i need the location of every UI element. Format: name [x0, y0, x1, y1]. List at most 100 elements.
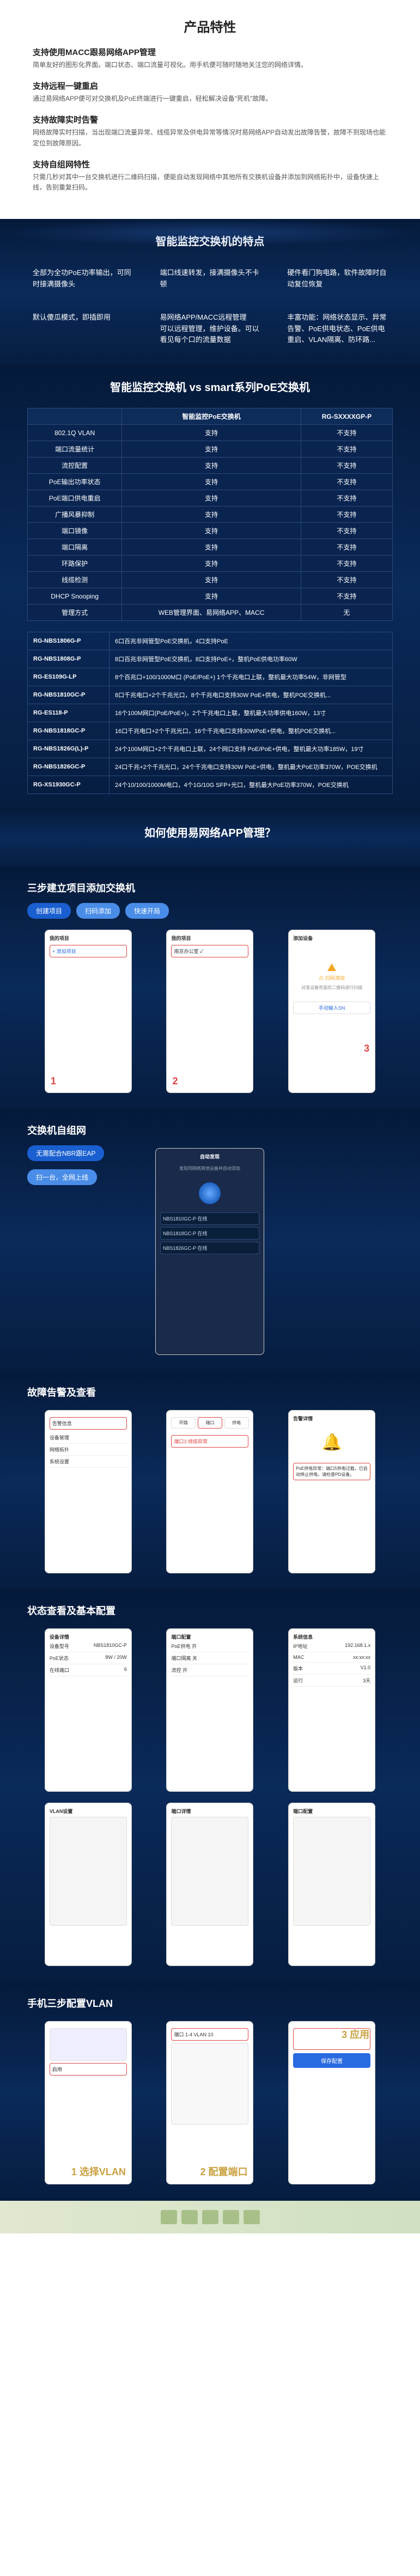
project-item[interactable]: 南京办公室 ✓	[171, 945, 248, 957]
table-row: 广播风暴抑制支持不支持	[28, 506, 393, 523]
step-num: 3	[364, 1043, 369, 1054]
feature-title: 支持远程一键重启	[33, 80, 387, 91]
step1-section: 三步建立项目添加交换机 创建项目 扫码添加 快速开局 我的项目 + 添加项目 1…	[0, 867, 420, 1109]
phone-row: 启用 1 选择VLAN 端口 1-4 VLAN 10 2 配置端口 保存配置 3…	[27, 2018, 393, 2187]
placeholder	[171, 1817, 248, 1926]
feature-item: 支持自组网特性 只需几秒对其中一台交换机进行二维码扫描，便能自动发现网络中其他所…	[33, 158, 387, 193]
td: 支持	[122, 457, 301, 474]
td: 24个100M网口+2个千兆电口上联，24个网口支持 PoE/PoE+供电，整机…	[109, 740, 393, 758]
port-grid[interactable]	[50, 2028, 127, 2061]
td: 支持	[122, 588, 301, 605]
table-row: RG-XS1930GC-P24个10/100/1000M电口，4个1G/10G …	[28, 776, 393, 794]
td: 支持	[122, 441, 301, 457]
td: RG-NBS1818GC-P	[28, 722, 109, 740]
phone-row: 设备详情 设备型号NBS1810GC-P PoE状态8W / 20W 在线端口6…	[27, 1626, 393, 1794]
switch-row[interactable]: PoE供电 开	[171, 1640, 248, 1652]
menu-item[interactable]: 网络拓扑	[50, 1444, 127, 1456]
table-row: 端口镜像支持不支持	[28, 523, 393, 539]
k: PoE状态	[50, 1655, 69, 1662]
feature-title: 支持使用MACC跟易网络APP管理	[33, 46, 387, 58]
phone-header: 端口配置	[171, 1633, 248, 1640]
table-row: DHCP Snooping支持不支持	[28, 588, 393, 605]
td: 广播风暴抑制	[28, 506, 122, 523]
table-row: RG-NBS1810GC-P8口千兆电口+2个千兆光口，8个千兆电口支持30W …	[28, 686, 393, 704]
status-section: 状态查看及基本配置 设备详情 设备型号NBS1810GC-P PoE状态8W /…	[0, 1590, 420, 1982]
selfnet-title: 交换机自组网	[27, 1123, 393, 1137]
point-cell: 端口线速转发，接满摄像头不卡顿	[155, 262, 266, 296]
v: V1.0	[361, 1665, 371, 1672]
phone-row: 告警信息 设备管理 网络拓扑 系统设置 环路 端口 供电 端口3 线缆异常 告警…	[27, 1407, 393, 1576]
phone-mock: 保存配置 3 应用	[288, 2021, 375, 2184]
features-title: 产品特性	[33, 16, 387, 35]
td: PoE端口供电重启	[28, 490, 122, 506]
howto-title: 如何使用易网络APP管理？	[27, 824, 393, 840]
td: 线缆检测	[28, 572, 122, 588]
td: 不支持	[301, 490, 392, 506]
tab[interactable]: 供电	[224, 1417, 249, 1429]
manual-sn-btn[interactable]: 手动输入SN	[293, 1002, 370, 1014]
phone-header: VLAN设置	[50, 1808, 127, 1815]
td: 端口镜像	[28, 523, 122, 539]
vlan-port-sel[interactable]: 端口 1-4 VLAN 10	[171, 2028, 248, 2041]
device-item[interactable]: NBS1810GC-P 在线	[160, 1212, 259, 1225]
td: PoE输出功率状态	[28, 474, 122, 490]
points-grid: 全部为全功PoE功率输出，可同时接满摄像头 端口线速转发，接满摄像头不卡顿 硬件…	[27, 262, 393, 351]
vlan-section: 手机三步配置VLAN 启用 1 选择VLAN 端口 1-4 VLAN 10 2 …	[0, 1982, 420, 2201]
switch-row[interactable]: 流控 开	[171, 1664, 248, 1676]
tab[interactable]: 环路	[171, 1417, 196, 1429]
td: 无	[301, 605, 392, 621]
device-item[interactable]: NBS1818GC-P 在线	[160, 1227, 259, 1240]
feature-title: 支持自组网特性	[33, 158, 387, 170]
alarm-msg[interactable]: 端口3 线缆异常	[171, 1435, 248, 1448]
table-row: PoE端口供电重启支持不支持	[28, 490, 393, 506]
phone-mock: VLAN设置	[45, 1803, 132, 1966]
compare-title: 智能监控交换机 vs smart系列PoE交换机	[27, 379, 393, 394]
footer-switch-image	[0, 2201, 420, 2233]
device-item[interactable]: NBS1826GC-P 在线	[160, 1242, 259, 1254]
step-pills: 创建项目 扫码添加 快速开局	[27, 903, 393, 919]
menu-item[interactable]: 系统设置	[50, 1456, 127, 1468]
table-row: 线缆检测支持不支持	[28, 572, 393, 588]
save-btn[interactable]: 保存配置	[293, 2053, 370, 2068]
step-num: 2 配置端口	[200, 2164, 247, 2178]
scan-desc: 对准设备背面的二维码进行扫描	[293, 985, 370, 991]
table-row: PoE输出功率状态支持不支持	[28, 474, 393, 490]
feature-item: 支持故障实时告警 网络故障实时扫描，当出现端口流量异常、线缆异常及供电异常等情况…	[33, 114, 387, 148]
feature-desc: 通过易网络APP便可对交换机及PoE终端进行一键重启，轻松解决设备"死机"故障。	[33, 94, 387, 104]
howto-section: 如何使用易网络APP管理？	[0, 808, 420, 867]
table-row: 802.1Q VLAN支持不支持	[28, 425, 393, 441]
td: RG-XS1930GC-P	[28, 776, 109, 794]
add-project-btn[interactable]: + 添加项目	[50, 945, 127, 957]
switch-row[interactable]: 端口隔离 关	[171, 1652, 248, 1664]
phone-header: 端口配置	[293, 1808, 370, 1815]
phone-mock: 设备详情 设备型号NBS1810GC-P PoE状态8W / 20W 在线端口6	[45, 1628, 132, 1792]
v: xx:xx:xx	[353, 1655, 370, 1660]
td: 不支持	[301, 506, 392, 523]
menu-item[interactable]: 设备管理	[50, 1432, 127, 1444]
v: NBS1810GC-P	[94, 1643, 127, 1650]
td: RG-NBS1810GC-P	[28, 686, 109, 704]
step-num: 1	[51, 1076, 56, 1087]
phone-header: 添加设备	[293, 935, 370, 942]
menu-item[interactable]: 告警信息	[50, 1417, 127, 1430]
td: 不支持	[301, 474, 392, 490]
step1-title: 三步建立项目添加交换机	[27, 881, 393, 895]
pill: 扫一台，全网上线	[27, 1169, 97, 1185]
vlan-enable[interactable]: 启用	[50, 2063, 127, 2076]
spec-table: RG-NBS1806G-P6口百兆非网管型PoE交换机，4口支持PoERG-NB…	[27, 632, 393, 794]
phone-header: 我的项目	[171, 935, 248, 942]
phone-mock: 系统信息 IP地址192.168.1.x MACxx:xx:xx 版本V1.0 …	[288, 1628, 375, 1792]
k: 设备型号	[50, 1643, 69, 1650]
td: 802.1Q VLAN	[28, 425, 122, 441]
tab[interactable]: 端口	[198, 1417, 222, 1429]
point-cell: 全部为全功PoE功率输出，可同时接满摄像头	[27, 262, 138, 296]
point-cell: 易网络APP/MACC远程管理 可以远程管理，维护设备。可以看见每个口的流量数据	[155, 307, 266, 351]
td: RG-ES109G-LP	[28, 668, 109, 686]
phone-row: 我的项目 + 添加项目 1 我的项目 南京办公室 ✓ 2 添加设备 ⚠ 扫码添加…	[27, 927, 393, 1096]
td: 8口千兆电口+2个千兆光口，8个千兆电口支持30W PoE+供电，整机POE交换…	[109, 686, 393, 704]
th	[28, 408, 122, 425]
td: 6口百兆非网管型PoE交换机，4口支持PoE	[109, 632, 393, 650]
product-features: 产品特性 支持使用MACC跟易网络APP管理 简单友好的图形化界面。端口状态、端…	[0, 0, 420, 219]
td: 8个百兆口+100/1000M口 (PoE/PoE+) 1个千兆电口上联，整机最…	[109, 668, 393, 686]
compare-table: 智能监控PoE交换机 RG-SXXXXGP-P 802.1Q VLAN支持不支持…	[27, 408, 393, 621]
